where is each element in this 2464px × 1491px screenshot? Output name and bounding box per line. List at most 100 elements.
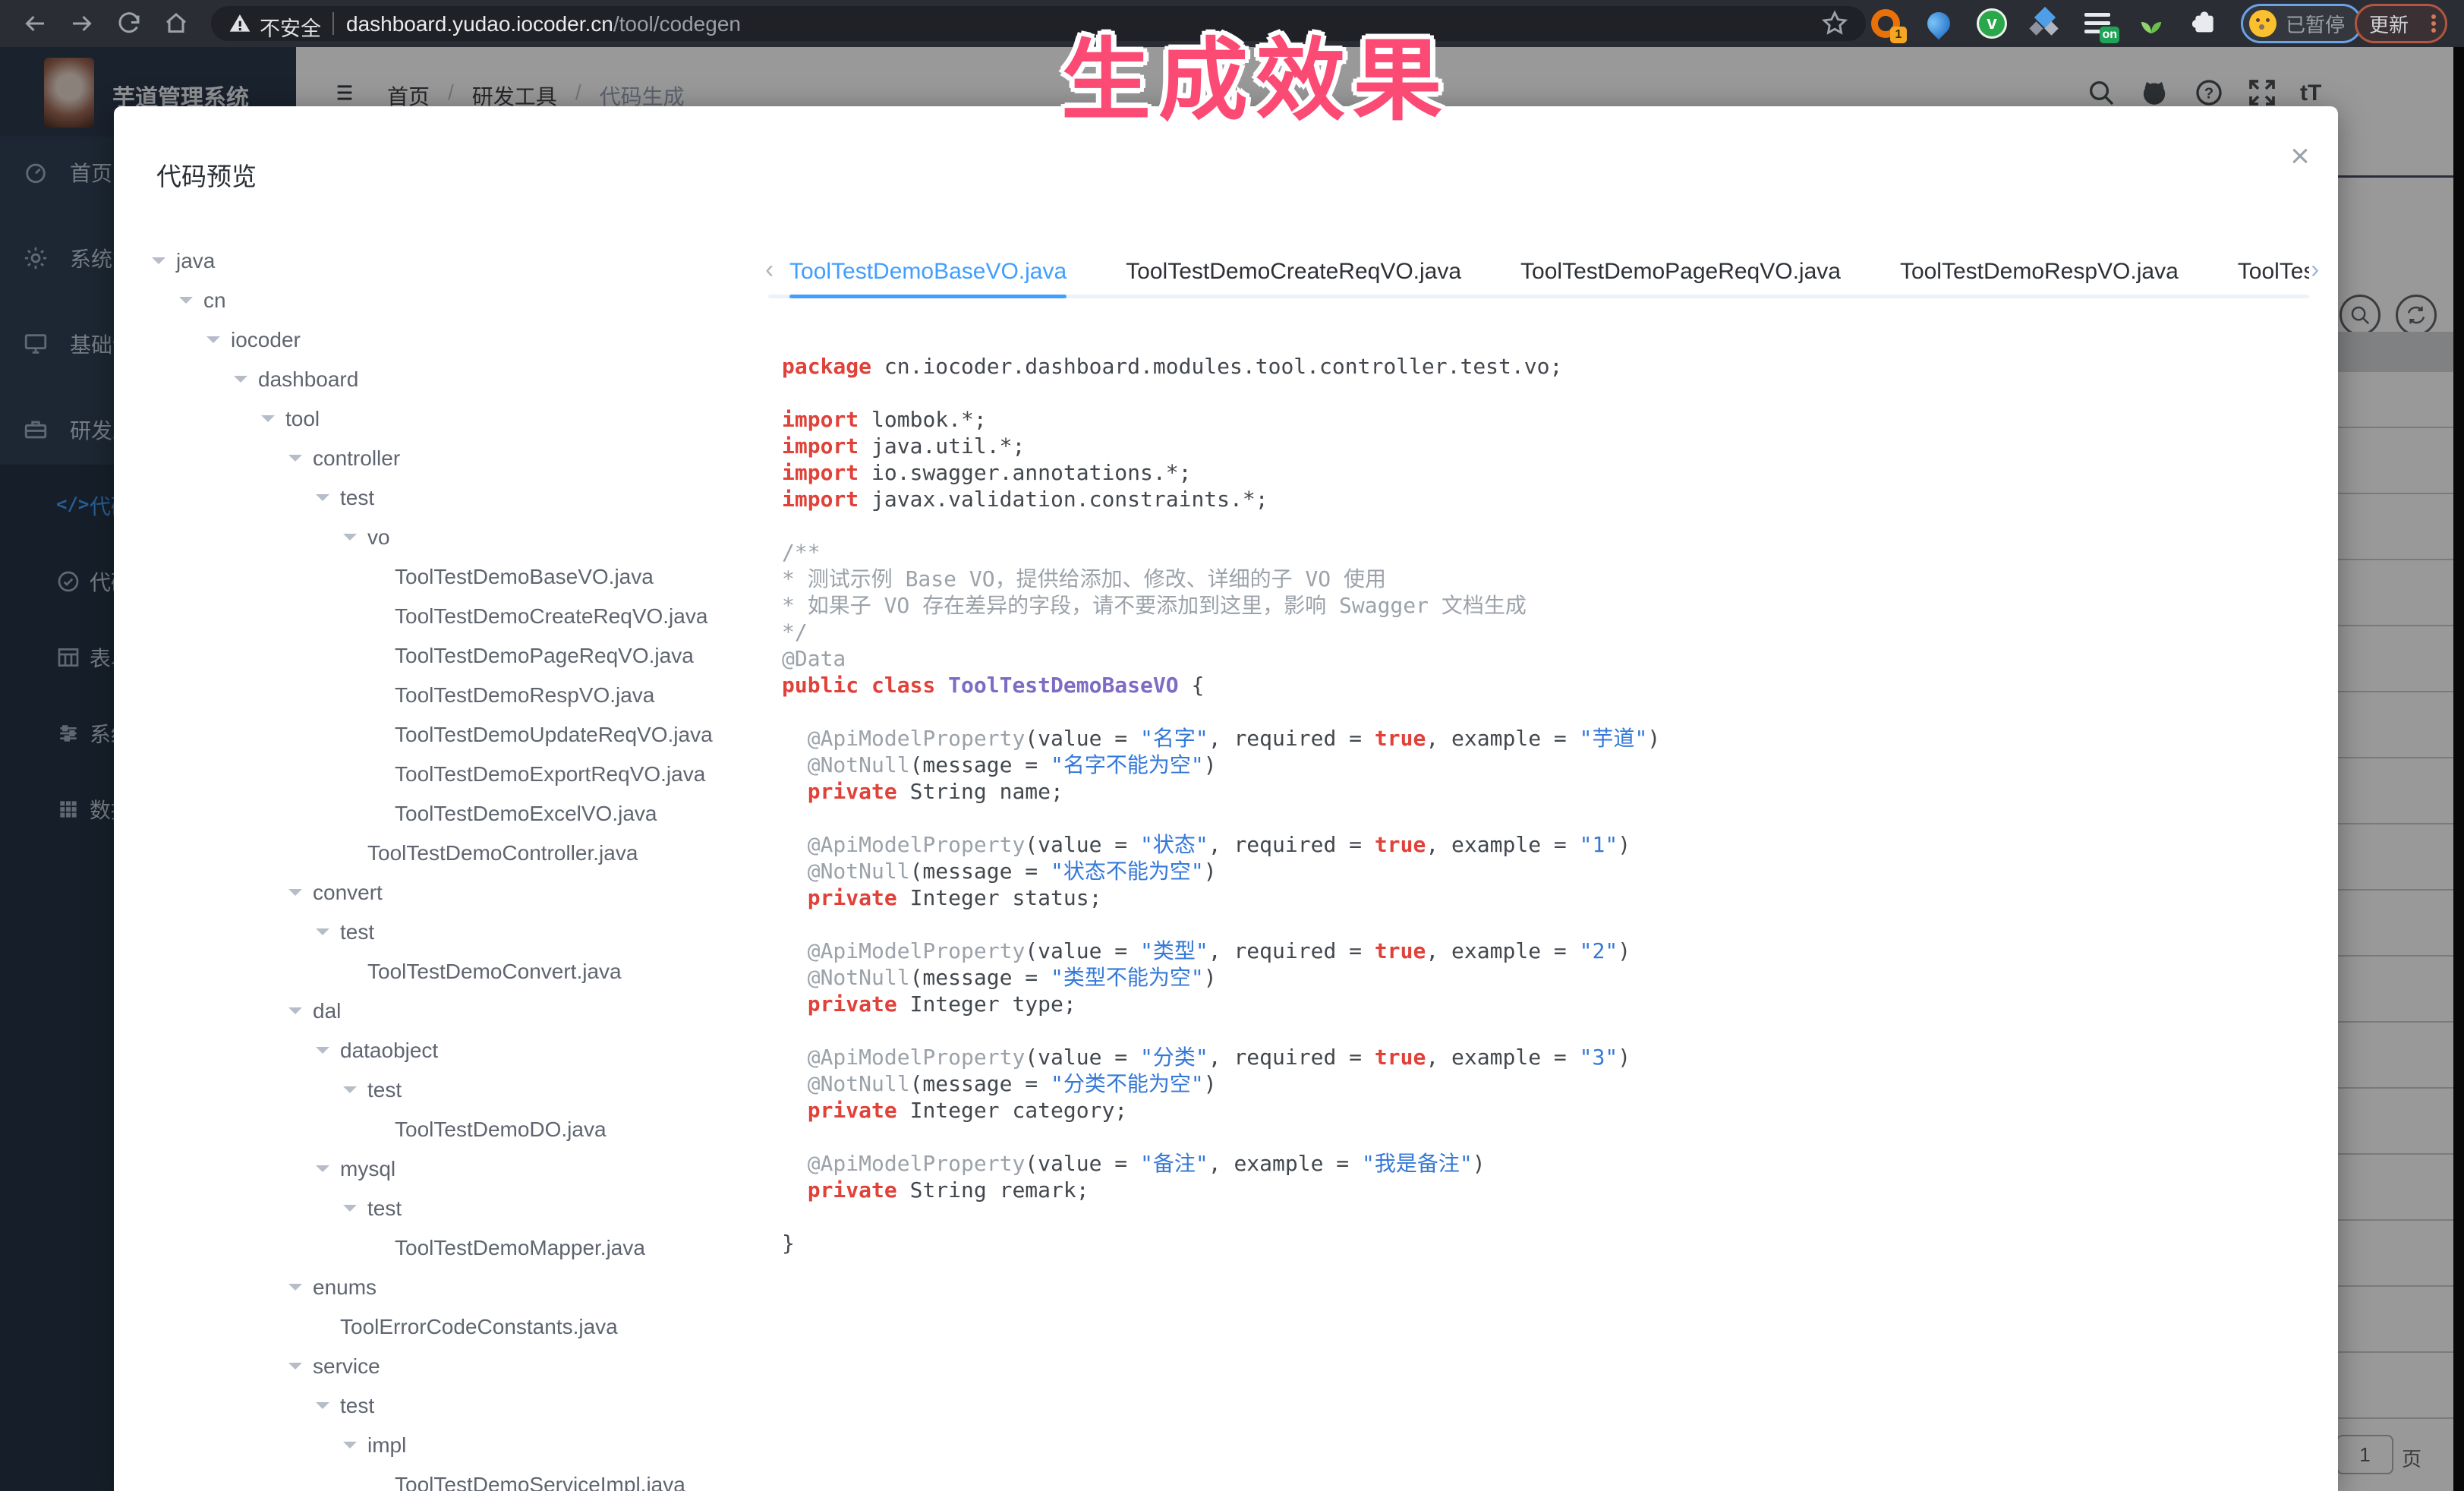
extension-badge: on bbox=[2100, 27, 2119, 43]
code-line: public class ToolTestDemoBaseVO { bbox=[782, 672, 1660, 698]
tree-expand-icon[interactable] bbox=[288, 455, 302, 468]
browser-update-button[interactable]: 更新 bbox=[2355, 4, 2447, 43]
tree-expand-icon[interactable] bbox=[152, 257, 165, 271]
tree-file-label: ToolTestDemoUpdateReqVO.java bbox=[395, 723, 713, 747]
tree-expand-icon[interactable] bbox=[261, 415, 275, 429]
code-line: private String name; bbox=[782, 778, 1660, 805]
code-line: */ bbox=[782, 619, 1660, 645]
tree-node[interactable]: ToolTestDemoBaseVO.java bbox=[114, 557, 774, 597]
tree-node[interactable]: test bbox=[114, 478, 774, 518]
browser-home-icon[interactable] bbox=[162, 10, 190, 37]
tree-node[interactable]: cn bbox=[114, 281, 774, 320]
tree-node[interactable]: test bbox=[114, 1070, 774, 1110]
tree-expand-icon[interactable] bbox=[288, 1007, 302, 1021]
paused-label: 已暂停 bbox=[2286, 10, 2345, 38]
tab-ToolTestDemoCreateReqVO.java[interactable]: ToolTestDemoCreateReqVO.java bbox=[1126, 252, 1461, 292]
extension-puzzle-icon[interactable] bbox=[2188, 7, 2221, 40]
browser-reload-icon[interactable] bbox=[115, 10, 143, 37]
tree-node[interactable]: java bbox=[114, 241, 774, 281]
tree-node[interactable]: ToolTestDemoConvert.java bbox=[114, 952, 774, 991]
tab-ToolTestDemoUpdateReqVO.java[interactable]: ToolTestDemoUpdateReqVO.java bbox=[2238, 252, 2309, 292]
tree-node[interactable]: dashboard bbox=[114, 360, 774, 399]
tree-node[interactable]: convert bbox=[114, 873, 774, 913]
tree-leaf-spacer bbox=[370, 692, 384, 705]
tree-node[interactable]: controller bbox=[114, 439, 774, 478]
tree-expand-icon[interactable] bbox=[316, 494, 329, 508]
tree-expand-icon[interactable] bbox=[343, 1086, 357, 1100]
tree-node[interactable]: ToolTestDemoDO.java bbox=[114, 1110, 774, 1149]
extension-green-v-icon[interactable]: v bbox=[1975, 7, 2009, 40]
tree-leaf-spacer bbox=[370, 731, 384, 745]
tab-ToolTestDemoRespVO.java[interactable]: ToolTestDemoRespVO.java bbox=[1900, 252, 2179, 292]
code-line: import java.util.*; bbox=[782, 433, 1660, 459]
tree-node[interactable]: ToolTestDemoController.java bbox=[114, 834, 774, 873]
tree-node[interactable]: test bbox=[114, 1189, 774, 1228]
tree-node[interactable]: ToolTestDemoServiceImpl.java bbox=[114, 1465, 774, 1491]
tree-node[interactable]: ToolTestDemoPageReqVO.java bbox=[114, 636, 774, 676]
tree-expand-icon[interactable] bbox=[343, 1205, 357, 1218]
extension-orange-ring-icon[interactable]: 1 bbox=[1869, 7, 1902, 40]
browser-menu-icon[interactable] bbox=[2431, 12, 2436, 35]
tab-ToolTestDemoPageReqVO.java[interactable]: ToolTestDemoPageReqVO.java bbox=[1520, 252, 1841, 292]
tree-folder-label: tool bbox=[285, 407, 320, 431]
file-tabs: ToolTestDemoBaseVO.java ToolTestDemoCreat… bbox=[789, 252, 2309, 292]
tree-node[interactable]: enums bbox=[114, 1268, 774, 1307]
tree-leaf-spacer bbox=[370, 1126, 384, 1140]
code-line: @Data bbox=[782, 645, 1660, 672]
tree-expand-icon[interactable] bbox=[288, 889, 302, 903]
tree-node[interactable]: ToolTestDemoCreateReqVO.java bbox=[114, 597, 774, 636]
tree-node[interactable]: ToolErrorCodeConstants.java bbox=[114, 1307, 774, 1347]
code-line: private Integer status; bbox=[782, 884, 1660, 911]
close-icon[interactable]: × bbox=[2282, 140, 2318, 176]
tree-node[interactable]: service bbox=[114, 1347, 774, 1386]
tree-expand-icon[interactable] bbox=[206, 336, 220, 350]
tab-ToolTestDemoBaseVO.java[interactable]: ToolTestDemoBaseVO.java bbox=[789, 252, 1067, 292]
tree-node[interactable]: iocoder bbox=[114, 320, 774, 360]
tree-node[interactable]: ToolTestDemoRespVO.java bbox=[114, 676, 774, 715]
tree-node[interactable]: dataobject bbox=[114, 1031, 774, 1070]
tree-leaf-spacer bbox=[370, 1481, 384, 1491]
tree-node[interactable]: test bbox=[114, 913, 774, 952]
tree-expand-icon[interactable] bbox=[316, 928, 329, 942]
extension-sprout-icon[interactable] bbox=[2135, 7, 2168, 40]
code-line: package cn.iocoder.dashboard.modules.too… bbox=[782, 353, 1660, 380]
paused-extension-badge[interactable]: 已暂停 bbox=[2241, 4, 2362, 43]
tree-folder-label: controller bbox=[313, 446, 400, 471]
code-viewer: package cn.iocoder.dashboard.modules.too… bbox=[782, 353, 1660, 1256]
bookmark-star-icon[interactable] bbox=[1820, 9, 1849, 38]
tabs-scroll-left-icon[interactable]: ‹ bbox=[765, 255, 774, 285]
tree-node[interactable]: mysql bbox=[114, 1149, 774, 1189]
code-line: @NotNull(message = "状态不能为空") bbox=[782, 858, 1660, 884]
tree-node[interactable]: ToolTestDemoExcelVO.java bbox=[114, 794, 774, 834]
tree-node[interactable]: dal bbox=[114, 991, 774, 1031]
screenshot-root: 不安全 dashboard.yudao.iocoder.cn/tool/code… bbox=[0, 0, 2464, 1491]
tabs-scroll-right-icon[interactable]: › bbox=[2311, 255, 2319, 285]
extension-blue-diamond-icon[interactable] bbox=[2028, 7, 2062, 40]
tree-folder-label: enums bbox=[313, 1275, 377, 1300]
browser-back-icon[interactable] bbox=[21, 10, 49, 37]
tree-expand-icon[interactable] bbox=[179, 297, 193, 310]
browser-forward-icon[interactable] bbox=[68, 10, 96, 37]
tree-node[interactable]: test bbox=[114, 1386, 774, 1426]
tree-node[interactable]: ToolTestDemoUpdateReqVO.java bbox=[114, 715, 774, 755]
tree-expand-icon[interactable] bbox=[288, 1363, 302, 1376]
tree-expand-icon[interactable] bbox=[316, 1047, 329, 1061]
tree-node[interactable]: ToolTestDemoExportReqVO.java bbox=[114, 755, 774, 794]
tree-expand-icon[interactable] bbox=[343, 1442, 357, 1455]
tree-expand-icon[interactable] bbox=[316, 1165, 329, 1179]
tree-expand-icon[interactable] bbox=[234, 376, 247, 389]
tree-node[interactable]: ToolTestDemoMapper.java bbox=[114, 1228, 774, 1268]
tree-expand-icon[interactable] bbox=[288, 1284, 302, 1297]
tree-node[interactable]: tool bbox=[114, 399, 774, 439]
tree-folder-label: vo bbox=[367, 525, 390, 550]
extension-blue-drop-icon[interactable] bbox=[1922, 7, 1955, 40]
code-preview-dialog: 代码预览 × javacniocoderdashboardtoolcontrol… bbox=[114, 106, 2338, 1491]
address-bar[interactable]: 不安全 dashboard.yudao.iocoder.cn/tool/code… bbox=[211, 6, 1866, 41]
tree-expand-icon[interactable] bbox=[343, 534, 357, 547]
emoji-face-icon bbox=[2249, 10, 2277, 37]
extension-list-icon[interactable]: on bbox=[2081, 7, 2115, 40]
tree-expand-icon[interactable] bbox=[316, 1402, 329, 1416]
tree-node[interactable]: vo bbox=[114, 518, 774, 557]
code-line: import javax.validation.constraints.*; bbox=[782, 486, 1660, 512]
tree-node[interactable]: impl bbox=[114, 1426, 774, 1465]
